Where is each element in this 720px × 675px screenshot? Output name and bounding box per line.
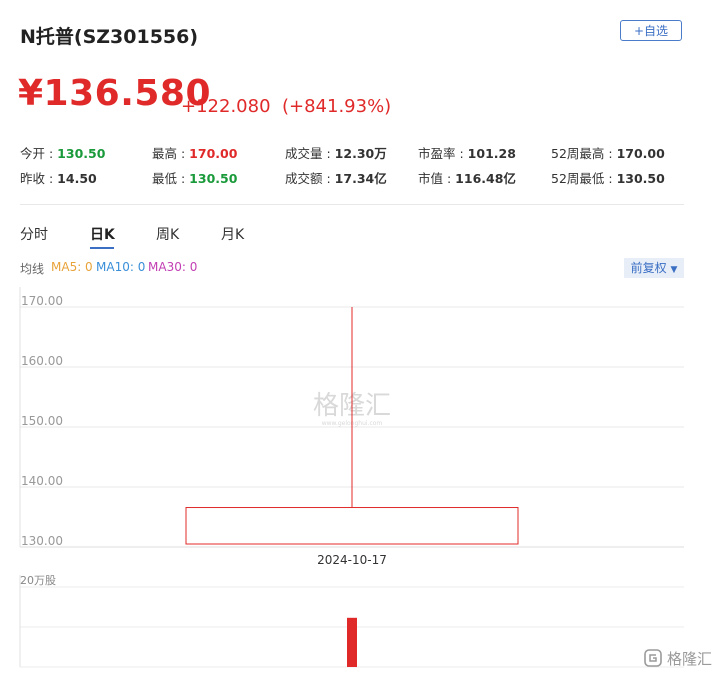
candle-body[interactable]	[185, 507, 519, 545]
y-tick-label: 170.00	[21, 294, 63, 308]
brand-logo-text: 格隆汇	[667, 650, 712, 668]
y-tick-label: 160.00	[21, 354, 63, 368]
kline-chart: 170.00160.00150.00140.00130.00 格隆汇 www.g…	[19, 287, 712, 668]
volume-axis-label: 20万股	[20, 574, 56, 587]
x-tick-label: 2024-10-17	[317, 553, 387, 567]
y-tick-label: 150.00	[21, 414, 63, 428]
y-tick-label: 140.00	[21, 474, 63, 488]
y-tick-label: 130.00	[21, 534, 63, 548]
brand-logo: 格隆汇	[644, 649, 712, 668]
brand-logo-mark	[649, 654, 657, 662]
volume-bar	[347, 617, 357, 667]
